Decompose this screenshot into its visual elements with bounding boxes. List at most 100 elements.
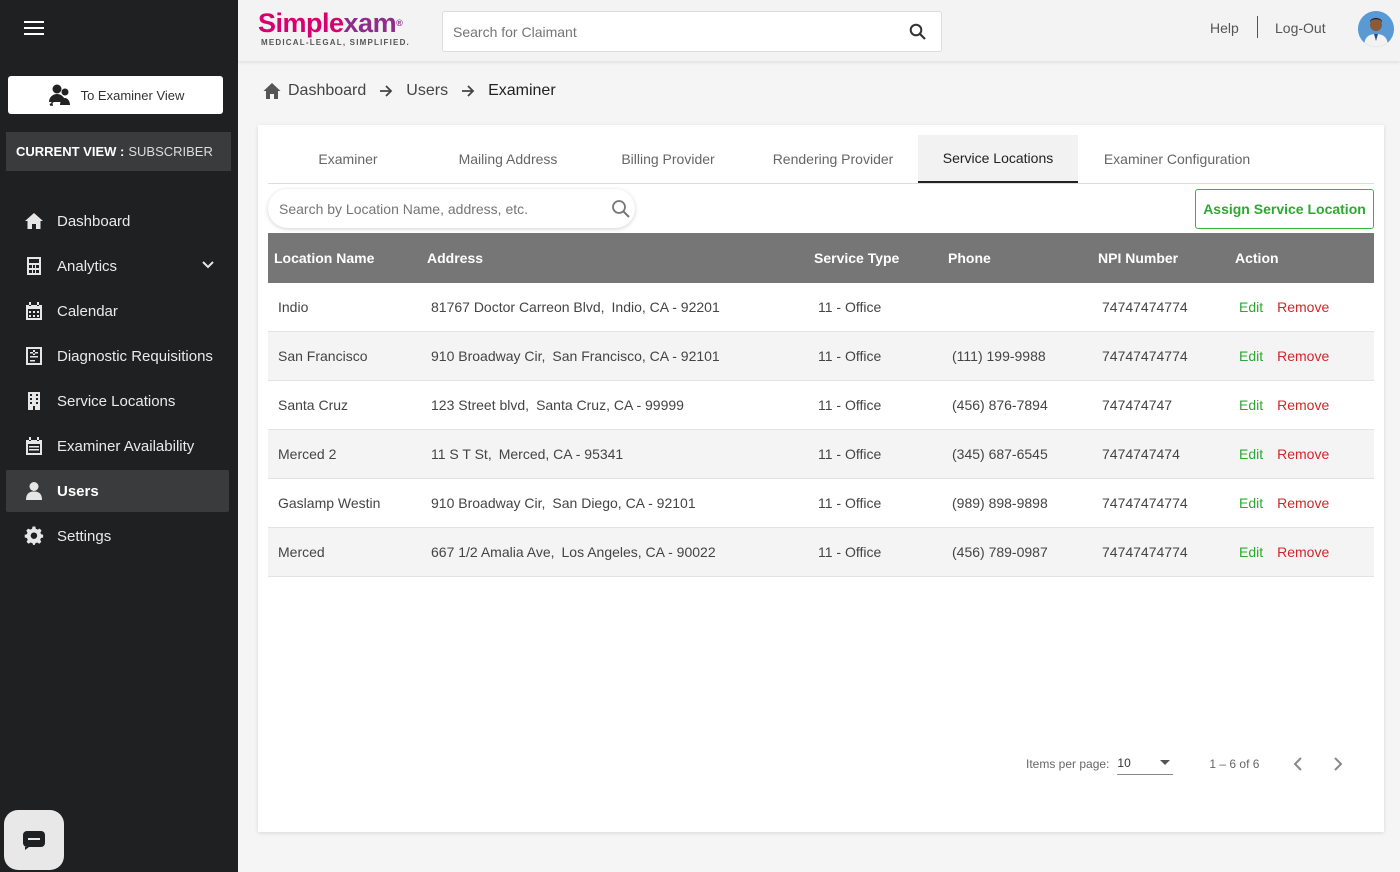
remove-link[interactable]: Remove [1277,299,1329,315]
edit-link[interactable]: Edit [1239,348,1263,364]
table-row: Merced 2 11 S T St, Merced, CA - 95341 11… [268,430,1374,479]
calendar-icon [26,302,42,320]
to-examiner-view-label: To Examiner View [80,87,185,103]
tab-mailing-address[interactable]: Mailing Address [428,135,588,183]
claimant-search-input[interactable] [443,12,883,51]
cell-actions: Edit Remove [1229,299,1374,315]
cell-location-name: Merced 2 [278,446,337,462]
cell-npi: 74747474774 [1102,299,1188,315]
sidebar-nav: Dashboard Analytics Calendar Diagnostic … [6,200,229,560]
sidebar: To Examiner View CURRENT VIEW : SUBSCRIB… [0,0,238,872]
location-search-input[interactable] [268,189,598,228]
cell-npi: 74747474774 [1102,348,1188,364]
next-page-icon[interactable] [1327,753,1349,775]
sidebar-item-settings[interactable]: Settings [6,515,229,557]
table-row: Indio 81767 Doctor Carreon Blvd, Indio, C… [268,283,1374,332]
column-header-action: Action [1235,250,1279,266]
address-city: San Diego, CA - 92101 [552,495,696,511]
table-row: San Francisco 910 Broadway Cir, San Franc… [268,332,1374,381]
chat-widget-button[interactable] [4,810,64,870]
remove-link[interactable]: Remove [1277,397,1329,413]
cell-location-name: San Francisco [278,348,368,364]
to-examiner-view-button[interactable]: To Examiner View [8,76,223,114]
edit-link[interactable]: Edit [1239,299,1263,315]
table-header: Location Name Address Service Type Phone… [268,233,1374,283]
cell-npi: 7474747474 [1102,446,1180,462]
tab-examiner-configuration[interactable]: Examiner Configuration [1078,135,1276,183]
edit-link[interactable]: Edit [1239,495,1263,511]
cell-npi: 74747474774 [1102,544,1188,560]
current-view-indicator: CURRENT VIEW : SUBSCRIBER [6,132,231,171]
tab-rendering-provider[interactable]: Rendering Provider [748,135,918,183]
sidebar-item-examiner-availability[interactable]: Examiner Availability [6,425,229,467]
tab-billing-provider[interactable]: Billing Provider [588,135,748,183]
chevron-down-icon[interactable] [201,258,215,272]
simplexam-logo[interactable]: Simplexam® MEDICAL-LEGAL, SIMPLIFIED. [258,8,410,47]
address-street: 123 Street blvd, [431,397,530,413]
building-icon [28,392,40,410]
column-header-service-type[interactable]: Service Type [808,250,942,266]
edit-link[interactable]: Edit [1239,397,1263,413]
column-header-npi-number[interactable]: NPI Number [1092,250,1229,266]
address-street: 667 1/2 Amalia Ave, [431,544,555,560]
sidebar-item-label: Calendar [57,302,118,320]
sidebar-item-label: Users [57,482,99,500]
sidebar-item-label: Examiner Availability [57,437,195,455]
previous-page-icon[interactable] [1287,753,1309,775]
breadcrumb-users[interactable]: Users [406,82,448,100]
brand-mark: ® [396,18,403,28]
sidebar-item-analytics[interactable]: Analytics [6,245,229,287]
cell-service-type: 11 - Office [818,446,882,462]
items-per-page-select[interactable]: 10 [1117,753,1174,775]
current-view-key: CURRENT VIEW : [16,144,125,159]
column-header-phone[interactable]: Phone [942,250,1092,266]
home-icon[interactable] [263,82,281,100]
arrow-right-icon [462,85,475,97]
cell-address: 910 Broadway Cir, San Diego, CA - 92101 [421,495,808,511]
logout-link[interactable]: Log-Out [1275,20,1326,36]
cell-service-type: 11 - Office [818,544,882,560]
sidebar-item-diagnostic-requisitions[interactable]: Diagnostic Requisitions [6,335,229,377]
column-header-location-name[interactable]: Location Name [268,250,421,266]
gear-icon [24,526,44,545]
calculator-icon [27,257,41,275]
brand-tagline: MEDICAL-LEGAL, SIMPLIFIED. [261,38,410,47]
address-city: Indio, CA - 92201 [611,299,720,315]
sidebar-item-label: Diagnostic Requisitions [57,347,213,365]
search-icon[interactable] [611,199,631,219]
column-header-address[interactable]: Address [421,250,808,266]
assign-service-location-button[interactable]: Assign Service Location [1195,189,1374,229]
sidebar-item-dashboard[interactable]: Dashboard [6,200,229,242]
avatar[interactable] [1358,11,1394,47]
breadcrumb-dashboard[interactable]: Dashboard [288,82,366,100]
cell-phone: (456) 789-0987 [952,544,1048,560]
address-city: San Francisco, CA - 92101 [552,348,720,364]
address-street: 81767 Doctor Carreon Blvd, [431,299,605,315]
home-icon [25,213,43,229]
remove-link[interactable]: Remove [1277,495,1329,511]
tab-examiner[interactable]: Examiner [268,135,428,183]
help-link[interactable]: Help [1210,20,1239,36]
remove-link[interactable]: Remove [1277,544,1329,560]
edit-link[interactable]: Edit [1239,544,1263,560]
tab-service-locations[interactable]: Service Locations [918,135,1078,183]
sidebar-item-users[interactable]: Users [6,470,229,512]
claimant-search-box [442,11,942,52]
remove-link[interactable]: Remove [1277,348,1329,364]
cell-service-type: 11 - Office [818,495,882,511]
cell-address: 81767 Doctor Carreon Blvd, Indio, CA - 92… [421,299,808,315]
edit-link[interactable]: Edit [1239,446,1263,462]
breadcrumb: Dashboard Users Examiner [263,82,556,100]
cell-npi: 747474747 [1102,397,1173,413]
hamburger-menu-icon[interactable] [24,21,44,37]
user-icon [26,482,42,500]
cell-address: 123 Street blvd, Santa Cruz, CA - 99999 [421,397,808,413]
address-city: Merced, CA - 95341 [498,446,624,462]
cell-service-type: 11 - Office [818,299,882,315]
sidebar-item-calendar[interactable]: Calendar [6,290,229,332]
remove-link[interactable]: Remove [1277,446,1329,462]
sidebar-item-service-locations[interactable]: Service Locations [6,380,229,422]
cell-location-name: Gaslamp Westin [278,495,381,511]
search-icon[interactable] [909,23,927,41]
cell-actions: Edit Remove [1229,348,1374,364]
